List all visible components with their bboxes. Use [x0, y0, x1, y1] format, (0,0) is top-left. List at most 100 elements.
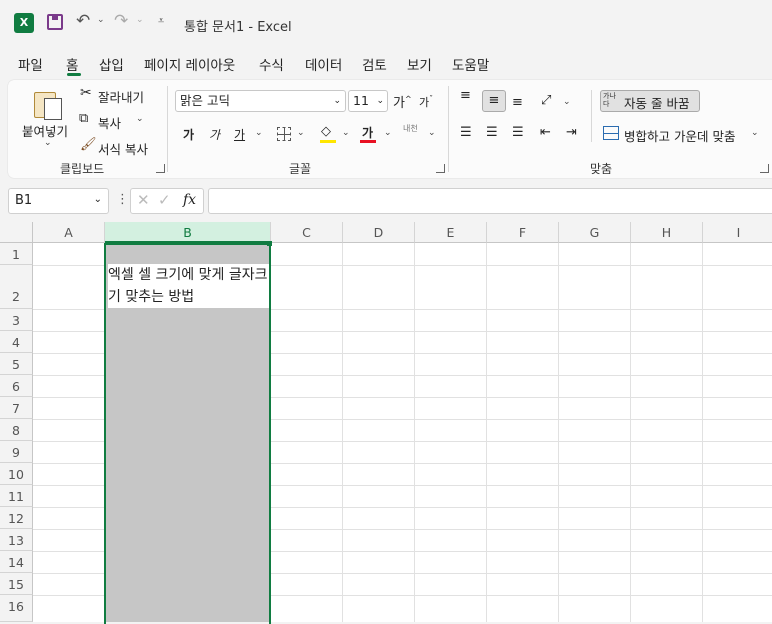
cut-button[interactable]: 잘라내기: [98, 87, 144, 106]
chevron-down-icon[interactable]: ⌄: [751, 128, 759, 138]
increase-font-size-button[interactable]: 가^: [393, 92, 412, 111]
tab-insert[interactable]: 삽입: [99, 54, 124, 74]
chevron-down-icon: ⌄: [333, 96, 341, 106]
row-header-13[interactable]: 13: [0, 529, 33, 551]
align-top-icon[interactable]: ≡: [460, 89, 471, 102]
cancel-icon[interactable]: ✕: [137, 191, 150, 209]
tab-page-layout[interactable]: 페이지 레이아웃: [144, 54, 235, 74]
row-header-10[interactable]: 10: [0, 463, 33, 485]
fill-color-bar: [320, 140, 336, 143]
chevron-down-icon[interactable]: ⌄: [136, 114, 144, 124]
chevron-down-icon[interactable]: ⌄: [342, 128, 350, 138]
column-header-h[interactable]: H: [631, 222, 703, 243]
divider: [448, 86, 449, 172]
increase-indent-icon[interactable]: ⇥: [566, 125, 577, 140]
column-header-a[interactable]: A: [33, 222, 105, 243]
font-launcher-icon[interactable]: [436, 164, 445, 173]
chevron-down-icon[interactable]: ⌄: [44, 138, 52, 148]
alignment-launcher-icon[interactable]: [760, 164, 769, 173]
cut-icon[interactable]: ✂: [80, 85, 92, 101]
row-header-6[interactable]: 6: [0, 375, 33, 397]
gridline: [558, 243, 559, 622]
more-options-icon[interactable]: ⋮: [116, 192, 129, 207]
column-header-e[interactable]: E: [415, 222, 487, 243]
row-header-7[interactable]: 7: [0, 397, 33, 419]
formula-input[interactable]: [208, 188, 772, 214]
column-header-b[interactable]: B: [105, 222, 271, 243]
row-header-4[interactable]: 4: [0, 331, 33, 353]
clipboard-launcher-icon[interactable]: [156, 164, 165, 173]
row-header-1[interactable]: 1: [0, 243, 33, 265]
tab-data[interactable]: 데이터: [305, 54, 342, 74]
paste-icon[interactable]: [34, 88, 62, 120]
chevron-down-icon[interactable]: ⌄: [97, 15, 105, 25]
name-box-value: B1: [15, 193, 33, 208]
wrap-text-icon: 가나다: [603, 92, 616, 108]
bold-button[interactable]: 가: [183, 126, 194, 143]
row-header-8[interactable]: 8: [0, 419, 33, 441]
insert-function-button[interactable]: fx: [183, 192, 196, 208]
tab-review[interactable]: 검토: [362, 54, 387, 74]
customize-quick-access-icon[interactable]: ⩡: [158, 14, 164, 28]
font-name-value: 맑은 고딕: [180, 93, 230, 108]
format-painter-button[interactable]: 서식 복사: [98, 139, 148, 158]
column-header-i[interactable]: I: [703, 222, 772, 243]
select-all-corner[interactable]: [0, 222, 33, 243]
align-bottom-icon[interactable]: ≡: [512, 95, 523, 110]
undo-icon[interactable]: ↶: [76, 11, 90, 31]
merge-center-button[interactable]: 병합하고 가운데 맞춤: [624, 126, 735, 145]
save-icon[interactable]: [47, 14, 63, 30]
column-header-g[interactable]: G: [559, 222, 631, 243]
tab-home[interactable]: 홈: [66, 54, 78, 74]
row-header-9[interactable]: 9: [0, 441, 33, 463]
phonetic-guide-button[interactable]: 내천: [403, 124, 419, 133]
enter-icon[interactable]: ✓: [158, 191, 171, 209]
fill-handle[interactable]: [267, 241, 272, 246]
font-name-select[interactable]: 맑은 고딕 ⌄: [175, 90, 346, 112]
underline-button[interactable]: 가: [234, 126, 245, 143]
decrease-font-size-button[interactable]: 가ˇ: [419, 94, 433, 110]
chevron-down-icon[interactable]: ⌄: [384, 128, 392, 138]
column-header-f[interactable]: F: [487, 222, 559, 243]
chevron-down-icon[interactable]: ⌄: [297, 128, 305, 138]
copy-icon[interactable]: ⧉: [79, 111, 88, 126]
name-box[interactable]: B1 ⌄: [8, 188, 109, 214]
redo-icon[interactable]: ↷: [114, 11, 128, 31]
align-middle-button[interactable]: ≡: [482, 90, 506, 112]
merge-center-icon[interactable]: [603, 126, 619, 140]
tab-view[interactable]: 보기: [407, 54, 432, 74]
row-header-2[interactable]: 2: [0, 265, 33, 309]
column-header-c[interactable]: C: [271, 222, 343, 243]
align-left-icon[interactable]: ☰: [460, 125, 472, 140]
align-right-icon[interactable]: ☰: [512, 125, 524, 140]
tab-formulas[interactable]: 수식: [259, 54, 284, 74]
chevron-down-icon[interactable]: ⌄: [428, 128, 436, 138]
font-color-button[interactable]: 가: [362, 124, 373, 141]
tab-file[interactable]: 파일: [18, 54, 43, 74]
row-header-11[interactable]: 11: [0, 485, 33, 507]
fill-color-icon[interactable]: ◇: [321, 124, 331, 139]
row-header-12[interactable]: 12: [0, 507, 33, 529]
row-header-15[interactable]: 15: [0, 573, 33, 595]
align-center-icon[interactable]: ☰: [486, 125, 498, 140]
chevron-down-icon[interactable]: ⌄: [255, 128, 263, 138]
copy-button[interactable]: 복사: [98, 113, 121, 132]
chevron-down-icon[interactable]: ⌄: [136, 15, 144, 25]
orientation-icon[interactable]: ⤢: [541, 93, 551, 108]
gridline: [414, 243, 415, 622]
tab-help[interactable]: 도움말: [452, 54, 489, 74]
chevron-down-icon: ⌄: [376, 96, 384, 106]
borders-icon[interactable]: [277, 127, 291, 141]
gridline: [342, 243, 343, 622]
format-painter-icon[interactable]: 🖌: [80, 137, 97, 152]
row-header-14[interactable]: 14: [0, 551, 33, 573]
column-header-d[interactable]: D: [343, 222, 415, 243]
decrease-indent-icon[interactable]: ⇤: [540, 125, 551, 140]
row-header-16[interactable]: 16: [0, 595, 33, 622]
row-header-5[interactable]: 5: [0, 353, 33, 375]
wrap-text-button[interactable]: 가나다 자동 줄 바꿈: [600, 90, 700, 112]
italic-button[interactable]: 가: [209, 126, 220, 143]
chevron-down-icon[interactable]: ⌄: [563, 97, 571, 107]
font-size-select[interactable]: 11 ⌄: [348, 90, 388, 112]
row-header-3[interactable]: 3: [0, 309, 33, 331]
